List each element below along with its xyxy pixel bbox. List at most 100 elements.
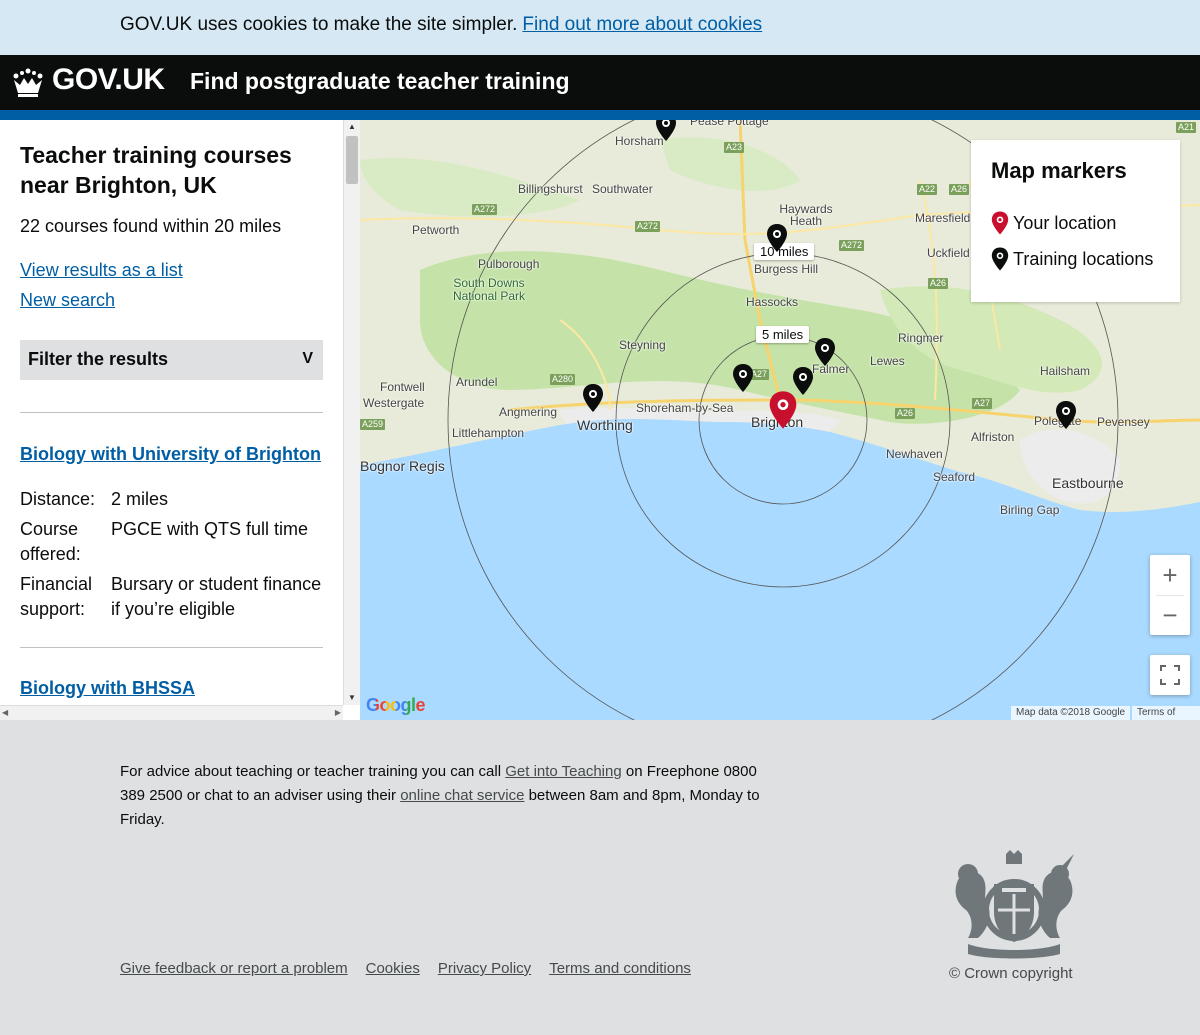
place-label: Shoreham-by-Sea bbox=[636, 401, 734, 415]
scroll-thumb[interactable] bbox=[346, 136, 358, 184]
road-label: A27 bbox=[972, 398, 993, 409]
filter-label: Filter the results bbox=[28, 349, 169, 369]
training-location-marker[interactable] bbox=[1055, 400, 1077, 430]
radius-label: 5 miles bbox=[756, 326, 810, 343]
divider bbox=[20, 412, 323, 413]
place-label: Westergate bbox=[363, 396, 425, 410]
place-label: Southwater bbox=[592, 182, 653, 196]
place-label: Alfriston bbox=[971, 430, 1015, 444]
header-border bbox=[0, 110, 1200, 120]
terms-link[interactable]: Terms and conditions bbox=[549, 960, 691, 977]
place-label: Uckfield bbox=[927, 246, 970, 260]
road-label: A259 bbox=[360, 419, 386, 430]
place-label: Pease Pottage bbox=[690, 120, 769, 128]
google-logo-text: Google bbox=[366, 695, 426, 715]
road-label: A280 bbox=[550, 374, 576, 385]
view-list-link[interactable]: View results as a list bbox=[20, 255, 323, 285]
online-chat-link[interactable]: online chat service bbox=[400, 787, 524, 804]
zoom-controls: + − bbox=[1150, 555, 1190, 635]
distance-value: 2 miles bbox=[111, 489, 169, 509]
cookie-link[interactable]: Find out more about cookies bbox=[522, 14, 762, 35]
scroll-up-icon[interactable]: ▲ bbox=[344, 120, 360, 134]
get-into-teaching-link[interactable]: Get into Teaching bbox=[505, 763, 621, 780]
legend-training-locations: Training locations bbox=[991, 246, 1153, 272]
place-label: Eastbourne bbox=[1052, 475, 1124, 491]
course-link[interactable]: Biology with University of Brighton bbox=[20, 443, 323, 465]
cookie-text: GOV.UK uses cookies to make the site sim… bbox=[120, 14, 518, 35]
results-count: 22 courses found within 20 miles bbox=[20, 216, 282, 236]
fullscreen-button[interactable] bbox=[1150, 655, 1190, 695]
place-label: Worthing bbox=[577, 417, 633, 433]
place-label: Birling Gap bbox=[1000, 503, 1060, 517]
horizontal-scrollbar[interactable]: ◀ ▶ bbox=[0, 705, 343, 720]
place-label: Burgess Hill bbox=[754, 262, 819, 276]
zoom-in-button[interactable]: + bbox=[1150, 555, 1190, 595]
legend-label: Your location bbox=[1013, 212, 1117, 233]
scroll-right-icon[interactable]: ▶ bbox=[335, 706, 341, 720]
fullscreen-icon bbox=[1160, 665, 1180, 685]
privacy-policy-link[interactable]: Privacy Policy bbox=[438, 960, 531, 977]
road-label: A26 bbox=[928, 278, 949, 289]
royal-coat-of-arms-icon bbox=[955, 850, 1074, 959]
google-logo: Google bbox=[366, 695, 426, 716]
results-panel: Teacher training courses near Brighton, … bbox=[0, 120, 360, 720]
course-term: Course offered: bbox=[20, 519, 81, 564]
place-label: Bognor Regis bbox=[360, 458, 445, 474]
road-label: A23 bbox=[724, 142, 745, 153]
results-title: Teacher training courses near Brighton, … bbox=[20, 142, 292, 198]
place-label: Lewes bbox=[870, 354, 905, 368]
place-label: Pulborough bbox=[478, 257, 540, 271]
road-label: A26 bbox=[895, 408, 916, 419]
cookies-link[interactable]: Cookies bbox=[366, 960, 420, 977]
road-label: A26 bbox=[949, 184, 970, 195]
legend-title: Map markers bbox=[991, 158, 1127, 183]
road-label: A22 bbox=[917, 184, 938, 195]
service-name[interactable]: Find postgraduate teacher training bbox=[190, 68, 570, 95]
place-label: Newhaven bbox=[886, 447, 943, 461]
scroll-left-icon[interactable]: ◀ bbox=[2, 706, 8, 720]
legend-label: Training locations bbox=[1013, 248, 1154, 269]
training-location-marker[interactable] bbox=[732, 363, 754, 393]
vertical-scrollbar[interactable]: ▲ ▼ bbox=[343, 120, 360, 705]
financial-term: Financial support: bbox=[20, 574, 93, 619]
new-search-link[interactable]: New search bbox=[20, 285, 323, 315]
copyright: © Crown copyright bbox=[949, 965, 1073, 982]
feedback-link[interactable]: Give feedback or report a problem bbox=[120, 960, 348, 977]
training-location-marker[interactable] bbox=[766, 223, 788, 253]
cookie-banner: GOV.UK uses cookies to make the site sim… bbox=[0, 0, 1200, 55]
terms-of-use-link[interactable]: Terms of Use bbox=[1132, 706, 1200, 720]
distance-term: Distance: bbox=[20, 489, 96, 509]
place-label: Petworth bbox=[412, 223, 460, 237]
legend-your-location: Your location bbox=[991, 210, 1116, 236]
cookie-message: GOV.UK uses cookies to make the site sim… bbox=[120, 14, 762, 36]
crown-icon bbox=[13, 68, 43, 97]
divider bbox=[20, 647, 323, 648]
road-label: A272 bbox=[839, 240, 865, 251]
place-label: Hailsham bbox=[1040, 364, 1091, 378]
filter-toggle[interactable]: Filter the results V bbox=[20, 340, 323, 380]
course-link[interactable]: Biology with BHSSA bbox=[20, 678, 323, 699]
training-location-marker[interactable] bbox=[655, 120, 677, 142]
place-label: Hassocks bbox=[746, 295, 799, 309]
place-label: Fontwell bbox=[380, 380, 425, 394]
your-location-marker[interactable] bbox=[768, 390, 798, 430]
map-data-attribution: Map data ©2018 Google bbox=[1011, 706, 1131, 720]
zoom-out-button[interactable]: − bbox=[1150, 595, 1190, 635]
place-label: Pevensey bbox=[1097, 415, 1150, 429]
training-location-icon bbox=[991, 247, 1009, 271]
govuk-logo[interactable]: GOV.UK bbox=[52, 63, 165, 97]
place-label: Arundel bbox=[456, 375, 498, 389]
place-label: Maresfield bbox=[915, 211, 971, 225]
place-label: Billingshurst bbox=[518, 182, 583, 196]
map-legend: Map markers Your location Training locat… bbox=[971, 140, 1180, 302]
footer-advice-text: For advice about teaching or teacher tra… bbox=[120, 763, 502, 780]
training-location-marker[interactable] bbox=[582, 383, 604, 413]
place-label: Littlehampton bbox=[452, 426, 525, 440]
course-details: Distance: 2 miles Course offered: PGCE w… bbox=[20, 487, 323, 622]
scroll-down-icon[interactable]: ▼ bbox=[344, 691, 360, 705]
road-label: A21 bbox=[1176, 122, 1197, 133]
site-header: GOV.UK Find postgraduate teacher trainin… bbox=[0, 55, 1200, 110]
training-location-marker[interactable] bbox=[814, 337, 836, 367]
your-location-icon bbox=[991, 211, 1009, 235]
map[interactable]: Horsham Billingshurst Southwater Hayward… bbox=[360, 120, 1200, 720]
